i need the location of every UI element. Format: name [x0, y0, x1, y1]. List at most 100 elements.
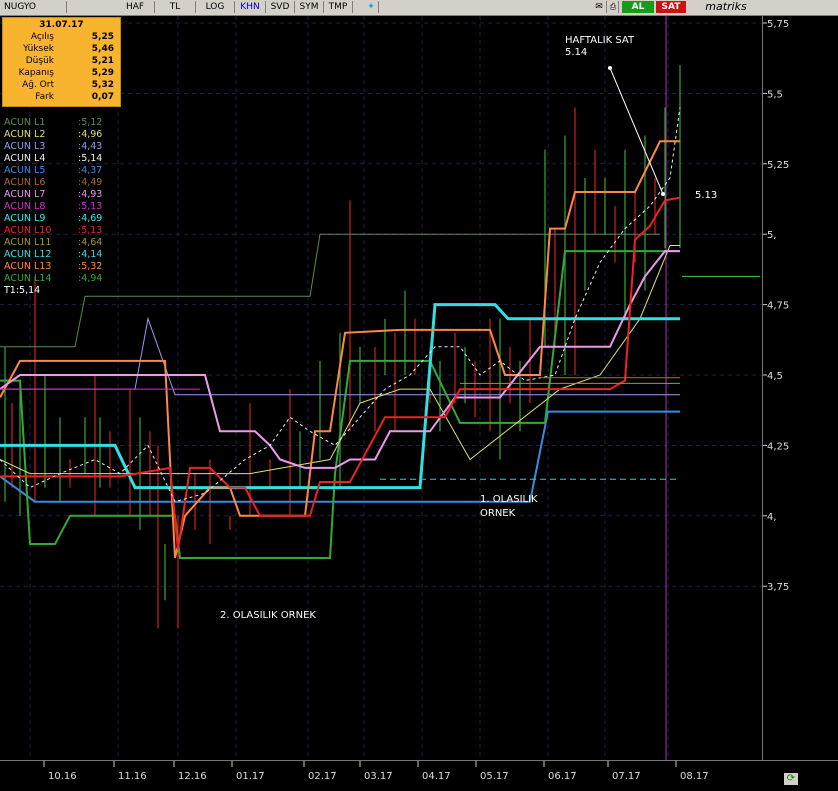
- info-row-high: Yüksek 5,46: [3, 44, 120, 55]
- legend-name: ACUN L6: [4, 177, 46, 188]
- y-tick-label: 3,75: [767, 582, 789, 593]
- tab-sym[interactable]: SYM: [295, 1, 324, 13]
- tab-log[interactable]: LOG: [196, 1, 235, 13]
- refresh-icon[interactable]: ⟳: [784, 773, 798, 785]
- buy-label: AL: [631, 2, 645, 12]
- legend-name: ACUN L1: [4, 117, 46, 128]
- y-tick-label: 4,: [767, 512, 777, 523]
- legend-name: ACUN L5: [4, 165, 46, 176]
- symbol-label: NUGYO: [4, 2, 36, 12]
- legend: ACUN L1:5,12 ACUN L2:4,96 ACUN L3:4,43 ACUN…: [4, 117, 124, 297]
- annotation-point: [661, 192, 665, 196]
- legend-entry: ACUN L3 :4,43: [4, 141, 124, 153]
- info-value: 5,21: [91, 56, 114, 66]
- y-tick-label: 4,5: [767, 371, 783, 382]
- legend-value: :4,37: [78, 165, 103, 176]
- legend-entry: ACUN L14 :4,94: [4, 273, 124, 285]
- info-label: Ağ. Ort: [22, 80, 54, 90]
- print-icon[interactable]: ⎙: [608, 1, 619, 13]
- legend-name: ACUN L3: [4, 141, 46, 152]
- tab-tl[interactable]: TL: [155, 1, 196, 13]
- tab-svd-label: SVD: [270, 2, 290, 12]
- legend-entry: ACUN L7:4,93: [4, 189, 124, 201]
- sell-label: SAT: [661, 2, 681, 12]
- x-tick-label: 04.17: [422, 771, 451, 782]
- annotation-right-value: 5.13: [695, 190, 717, 201]
- twitter-icon[interactable]: ✦: [364, 1, 379, 13]
- y-tick-label: 4,75: [767, 301, 789, 312]
- annotation-weekly-sell-value: 5.14: [565, 47, 587, 58]
- legend-name: ACUN L8: [4, 201, 46, 212]
- info-value: 5,46: [91, 44, 114, 54]
- tab-svd[interactable]: SVD: [266, 1, 295, 13]
- legend-name: ACUN L2: [4, 129, 46, 140]
- annotation-arrow: [609, 67, 664, 195]
- legend-entry: ACUN L1 :5,12: [4, 117, 124, 129]
- info-value: 5,32: [91, 80, 114, 90]
- legend-name: ACUN L13: [4, 261, 52, 272]
- y-tick-label: 4,25: [767, 441, 789, 452]
- tab-sym-label: SYM: [299, 2, 319, 12]
- toolbar: NUGYO HAF TL LOG KHN SVD SYM TMP ✦ ✉ ⎙ A…: [0, 0, 838, 16]
- tab-tl-label: TL: [169, 2, 181, 12]
- info-row-open: Açılış 5,25: [3, 32, 120, 43]
- legend-value: :4,43: [78, 141, 103, 152]
- email-icon[interactable]: ✉: [592, 1, 607, 13]
- legend-name: ACUN L10: [4, 225, 52, 236]
- annotation-point: [608, 66, 612, 70]
- legend-value: :5,32: [78, 261, 103, 272]
- tab-tmp[interactable]: TMP: [324, 1, 353, 13]
- annotation-option2: 2. OLASILIK ORNEK: [220, 610, 316, 621]
- legend-entry: ACUN L11 :4,64: [4, 237, 124, 249]
- info-label: Fark: [35, 92, 54, 102]
- tab-haf[interactable]: HAF: [116, 1, 155, 13]
- legend-entry: ACUN L6:4,49: [4, 177, 124, 189]
- legend-entry: ACUN L12:4,14: [4, 249, 124, 261]
- tab-tmp-label: TMP: [328, 2, 348, 12]
- legend-name: ACUN L14: [4, 273, 52, 284]
- info-label: Yüksek: [23, 44, 54, 54]
- legend-value: :5,14: [78, 153, 103, 164]
- legend-value: :4,69: [78, 213, 103, 224]
- x-tick-label: 10.16: [48, 771, 77, 782]
- y-tick-label: 5,5: [767, 89, 783, 100]
- legend-value: :4,96: [78, 129, 103, 140]
- x-tick-label: 03.17: [364, 771, 393, 782]
- info-label: Kapanış: [18, 68, 54, 78]
- legend-name: ACUN L11: [4, 237, 52, 248]
- x-tick-label: 06.17: [548, 771, 577, 782]
- y-axis: 5,75 5,5 5,25 5, 4,75 4,5 4,25 4, 3,75: [762, 16, 838, 760]
- buy-button[interactable]: AL: [622, 1, 654, 13]
- legend-entry: ACUN L13 :5,32: [4, 261, 124, 273]
- ohlc-info-box: 31.07.17 Açılış 5,25 Yüksek 5,46 Düşük 5,21…: [2, 17, 121, 107]
- x-tick-label: 07.17: [612, 771, 641, 782]
- legend-entry: ACUN L5 :4,37: [4, 165, 124, 177]
- legend-entry: ACUN L9:4,69: [4, 213, 124, 225]
- legend-entry: ACUN L8 :5,13: [4, 201, 124, 213]
- x-tick-label: 11.16: [118, 771, 147, 782]
- legend-name: ACUN L12: [4, 249, 52, 260]
- y-tick-label: 5,75: [767, 19, 789, 30]
- sell-button[interactable]: SAT: [656, 1, 686, 13]
- tab-khn[interactable]: KHN: [235, 1, 266, 13]
- tab-haf-label: HAF: [125, 2, 145, 12]
- x-tick-label: 08.17: [680, 771, 709, 782]
- y-axis-ticks: 5,75 5,5 5,25 5, 4,75 4,5 4,25 4, 3,75: [763, 19, 789, 593]
- info-value: 0,07: [91, 92, 114, 102]
- legend-value: :4,64: [78, 237, 103, 248]
- legend-value: :4,94: [78, 273, 103, 284]
- tab-khn-label: KHN: [240, 2, 260, 12]
- info-value: 5,25: [91, 32, 114, 42]
- symbol-field[interactable]: NUGYO: [0, 1, 67, 13]
- y-tick-label: 5,25: [767, 160, 789, 171]
- annotation-option1-sub: ORNEK: [480, 508, 516, 519]
- legend-name: ACUN L4: [4, 153, 46, 164]
- legend-value: :5,13: [78, 201, 103, 212]
- legend-t1: T1:5,14: [4, 285, 41, 296]
- info-row-diff: Fark 0,07: [3, 92, 120, 103]
- legend-value: :5,12: [78, 117, 103, 128]
- info-value: 5,29: [91, 68, 114, 78]
- x-axis: 10.16 11.16 12.16 01.17 02.17 03.17 04.17 05.17…: [0, 760, 838, 787]
- legend-value: :5,13: [78, 225, 103, 236]
- brand-label: matriks: [705, 0, 747, 13]
